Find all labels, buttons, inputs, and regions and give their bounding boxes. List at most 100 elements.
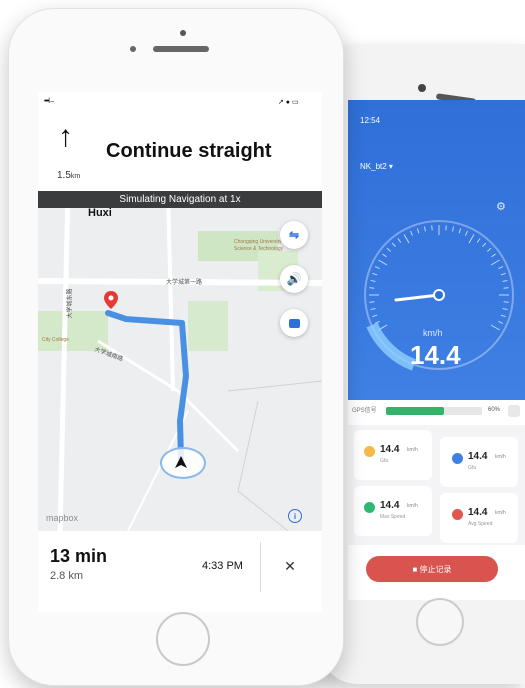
gauge-tick [370, 308, 376, 311]
stat-unit: km/h [495, 510, 506, 516]
feedback-button[interactable] [280, 309, 308, 337]
front-home-button[interactable] [156, 612, 210, 666]
road-label-vertical: 大学城东路 [67, 288, 74, 319]
gauge-tick [490, 259, 500, 266]
stat-unit: km/h [407, 447, 418, 453]
gauge-tick [378, 259, 388, 266]
gauge-tick [476, 238, 481, 243]
back-status-time: 12:54 [360, 116, 381, 125]
stat-label: Gfa [380, 458, 389, 464]
stat-card-4: 14.4 km/h Avg Speed [440, 493, 518, 543]
gps-label: GPS信号 [352, 408, 377, 414]
route-overview-button[interactable]: ⇋ [280, 221, 308, 249]
gauge-tick [498, 320, 504, 324]
bottom-divider [260, 542, 261, 592]
gauge-tick [397, 238, 402, 243]
trip-distance: 2.8 km [50, 570, 84, 582]
stat-card-2: 14.4 km/h Gfa [440, 437, 518, 487]
stat-label: Gfa [468, 465, 477, 471]
close-icon: ✕ [284, 557, 296, 574]
gauge-tick [503, 287, 509, 289]
stat-label: Max Speed [380, 514, 406, 520]
gauge-tick [468, 234, 475, 244]
gauge-tick [502, 279, 508, 282]
stat-card-3: 14.4 km/h Max Speed [354, 486, 432, 536]
gauge-tick [369, 287, 375, 289]
stat-value: 14.4 [380, 444, 400, 455]
distance-unit: km [70, 173, 81, 180]
gauge-tick [458, 228, 462, 234]
trip-eta: 4:33 PM [202, 560, 243, 572]
back-phone-camera [418, 84, 426, 92]
stop-recording-button[interactable]: ■ 停止记录 [366, 556, 498, 582]
maneuver-distance: 1.5km [57, 165, 80, 183]
gps-bar-fill [386, 407, 444, 415]
front-phone-speaker [153, 46, 209, 52]
status-bar-left: •••l ⌢ [44, 98, 55, 105]
back-home-button[interactable] [416, 598, 464, 646]
gauge-tick [490, 324, 500, 331]
maneuver-arrow-icon: ↑ [58, 120, 73, 153]
destination-pin-icon[interactable] [104, 291, 118, 309]
speaker-icon: 🔊 [286, 272, 302, 286]
navigation-arrow-icon [175, 456, 187, 468]
distance-value: 1.5 [57, 170, 71, 181]
stat-value: 14.4 [468, 451, 488, 462]
gauge-tick [486, 247, 492, 252]
gauge-tick [500, 272, 506, 276]
stat-dot-icon [364, 502, 375, 513]
place-label-city-college: City College [42, 337, 69, 343]
route-icon: ⇋ [288, 228, 300, 242]
stat-label: Avg Speed [468, 521, 493, 527]
info-icon[interactable]: i [288, 509, 302, 523]
speed-unit: km/h [423, 328, 443, 338]
gps-bar [386, 407, 482, 415]
stat-dot-icon [364, 446, 375, 457]
gauge-tick [374, 266, 380, 270]
gauge-tick [503, 301, 509, 303]
sound-button[interactable]: 🔊 [280, 265, 308, 293]
gauge-tick [391, 242, 396, 248]
stat-dot-icon [452, 509, 463, 520]
instruction-text: Continue straight [106, 140, 272, 162]
status-bar-right: ↗ ● ▭ [278, 99, 299, 106]
stat-unit: km/h [407, 503, 418, 509]
gauge-tick [369, 301, 375, 303]
stat-dot-icon [452, 453, 463, 464]
gauge-tick [423, 226, 426, 232]
road-label-main: 大学城第一路 [166, 280, 203, 286]
trip-time: 13 min [50, 546, 108, 566]
gauge-tick [386, 247, 392, 252]
gps-toggle-icon[interactable] [508, 405, 520, 417]
device-title[interactable]: NK_bt2 ▾ [360, 162, 393, 171]
gauge-tick [382, 253, 387, 258]
stat-value: 14.4 [380, 500, 400, 511]
chat-icon [288, 318, 300, 328]
navigation-screen: •••l ⌢ ↗ ● ▭ ↑ 1.5km Continue straight H… [38, 92, 322, 612]
gauge-tick [403, 234, 410, 244]
map-watermark: mapbox [46, 513, 79, 523]
place-label-huxi: Huxi [88, 207, 112, 219]
gauge-tick [491, 253, 496, 258]
gauge-tick [370, 279, 376, 282]
simulation-banner: Simulating Navigation at 1x [38, 191, 322, 208]
front-phone-sensor [130, 46, 136, 52]
gps-value: 60% [488, 407, 501, 413]
speed-value: 14.4 [410, 340, 461, 370]
gauge-tick [498, 266, 504, 270]
gauge-tick [416, 228, 420, 234]
gauge-tick [410, 230, 414, 236]
stat-unit: km/h [495, 454, 506, 460]
gauge-tick [482, 242, 487, 248]
place-label-university: Chongqing University [234, 239, 282, 245]
stat-value: 14.4 [468, 507, 488, 518]
back-screen: 12:54 NK_bt2 ▾ ⚙ km/h 14.4 GPS信号 60% 14.… [348, 100, 525, 600]
gauge-tick [372, 314, 378, 318]
gauge-tick [500, 314, 506, 318]
gauge-tick [452, 226, 455, 232]
front-phone-camera [180, 30, 186, 36]
stat-card-1: 14.4 km/h Gfa [354, 430, 432, 480]
map-view[interactable]: Huxi Chongqing University Science & Tech… [38, 191, 322, 531]
gauge-tick [445, 225, 447, 231]
end-navigation-button[interactable]: ✕ [276, 554, 304, 578]
